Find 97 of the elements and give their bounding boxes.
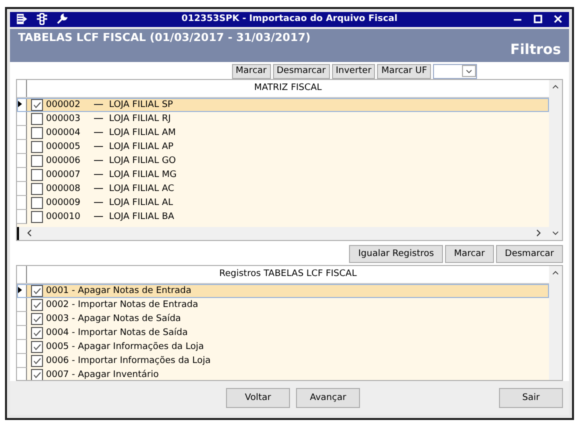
export-icon[interactable]: [16, 13, 28, 26]
dash-icon: [94, 216, 103, 218]
scroll-up-icon[interactable]: [551, 82, 560, 90]
scroll-up-icon[interactable]: [551, 268, 560, 276]
store-name: LOJA FILIAL AL: [109, 198, 173, 208]
dash-icon: [94, 174, 103, 176]
dash-icon: [94, 104, 103, 106]
record-label: 0007 - Apagar Inventário: [46, 370, 159, 380]
footer-button[interactable]: Voltar: [226, 388, 290, 408]
checkbox[interactable]: [31, 210, 43, 223]
row-pointer-icon: [17, 286, 22, 294]
store-row[interactable]: 000007 LOJA FILIAL MG: [17, 168, 549, 182]
vertical-scrollbar[interactable]: [549, 80, 562, 240]
store-row[interactable]: 000009 LOJA FILIAL AL: [17, 196, 549, 210]
store-code: 000008: [46, 184, 82, 194]
dash-icon: [94, 146, 103, 148]
checkbox[interactable]: [31, 112, 43, 125]
store-code: 000010: [46, 212, 82, 222]
store-name: LOJA FILIAL AP: [109, 142, 174, 152]
store-name: LOJA FILIAL BA: [109, 212, 174, 222]
dash-icon: [94, 188, 103, 190]
column-header: MATRIZ FISCAL: [253, 83, 323, 94]
record-label: 0005 - Apagar Informações da Loja: [46, 342, 204, 352]
record-label: 0004 - Importar Notas de Saída: [46, 328, 188, 338]
footer-button[interactable]: Sair: [499, 388, 563, 408]
store-row[interactable]: 000006 LOJA FILIAL GO: [17, 154, 549, 168]
checkbox[interactable]: [31, 182, 43, 195]
store-row[interactable]: 000008 LOJA FILIAL AC: [17, 182, 549, 196]
record-row[interactable]: 0001 - Apagar Notas de Entrada: [17, 284, 549, 298]
store-code: 000003: [46, 114, 82, 124]
record-label: 0006 - Importar Informações da Loja: [46, 356, 211, 366]
wrench-icon[interactable]: [56, 13, 68, 26]
traffic-light-icon[interactable]: [36, 13, 48, 26]
column-header: Registros TABELAS LCF FISCAL: [218, 269, 358, 280]
record-label: 0002 - Importar Notas de Entrada: [46, 300, 198, 310]
header-subtitle: Filtros: [510, 42, 561, 58]
record-row[interactable]: 0005 - Apagar Informações da Loja: [17, 340, 549, 354]
checkbox[interactable]: [31, 98, 43, 111]
store-row[interactable]: 000010 LOJA FILIAL BA: [17, 210, 549, 224]
store-code: 000005: [46, 142, 82, 152]
dash-icon: [94, 118, 103, 120]
store-row[interactable]: 000003 LOJA FILIAL RJ: [17, 112, 549, 126]
record-row[interactable]: 0003 - Apagar Notas de Saída: [17, 312, 549, 326]
store-code: 000006: [46, 156, 82, 166]
store-name: LOJA FILIAL RJ: [109, 114, 171, 124]
store-code: 000009: [46, 198, 82, 208]
record-row[interactable]: 0002 - Importar Notas de Entrada: [17, 298, 549, 312]
store-code: 000007: [46, 170, 82, 180]
checkbox[interactable]: [31, 196, 43, 209]
checkbox[interactable]: [31, 154, 43, 167]
window-title: 012353SPK - Importacao do Arquivo Fiscal: [182, 14, 398, 24]
checkbox[interactable]: [31, 312, 43, 325]
record-label: 0001 - Apagar Notas de Entrada: [46, 286, 192, 296]
store-name: LOJA FILIAL AM: [109, 128, 176, 138]
row-pointer-icon: [17, 100, 22, 108]
record-row[interactable]: 0006 - Importar Informações da Loja: [17, 354, 549, 368]
horizontal-scrollbar[interactable]: [17, 226, 549, 240]
store-name: LOJA FILIAL MG: [109, 170, 177, 180]
store-row[interactable]: 000005 LOJA FILIAL AP: [17, 140, 549, 154]
toolbar-button[interactable]: Igualar Registros: [349, 244, 443, 263]
caret-icon: [462, 65, 476, 78]
checkbox[interactable]: [31, 326, 43, 339]
toolbar-button[interactable]: Desmarcar: [496, 244, 563, 263]
record-row[interactable]: 0004 - Importar Notas de Saída: [17, 326, 549, 340]
store-code: 000004: [46, 128, 82, 138]
header-title: TABELAS LCF FISCAL (01/03/2017 - 31/03/2017): [18, 30, 312, 44]
store-name: LOJA FILIAL GO: [109, 156, 176, 166]
maximize-icon[interactable]: [533, 14, 543, 24]
checkbox[interactable]: [31, 140, 43, 153]
checkbox[interactable]: [31, 298, 43, 311]
toolbar-button[interactable]: Desmarcar: [272, 64, 330, 79]
vertical-scrollbar[interactable]: [549, 266, 562, 380]
store-row[interactable]: 000002 LOJA FILIAL SP: [17, 98, 549, 112]
toolbar-button[interactable]: Marcar: [232, 64, 271, 79]
footer-button[interactable]: Avançar: [296, 388, 360, 408]
store-code: 000002: [46, 100, 82, 110]
dash-icon: [94, 202, 103, 204]
checkbox[interactable]: [31, 284, 43, 297]
store-row[interactable]: 000004 LOJA FILIAL AM: [17, 126, 549, 140]
dash-icon: [94, 160, 103, 162]
toolbar-button[interactable]: Inverter: [332, 64, 376, 79]
record-row[interactable]: 0007 - Apagar Inventário: [17, 368, 549, 380]
checkbox[interactable]: [31, 168, 43, 181]
store-name: LOJA FILIAL AC: [109, 184, 174, 194]
store-name: LOJA FILIAL SP: [109, 100, 173, 110]
checkbox[interactable]: [31, 126, 43, 139]
record-label: 0003 - Apagar Notas de Saída: [46, 314, 181, 324]
checkbox[interactable]: [31, 368, 43, 380]
scroll-down-icon[interactable]: [551, 230, 560, 237]
scroll-right-icon[interactable]: [535, 228, 543, 238]
close-icon[interactable]: [553, 14, 563, 24]
toolbar-button[interactable]: Marcar UF: [377, 64, 431, 79]
scroll-left-icon[interactable]: [25, 228, 33, 238]
checkbox[interactable]: [31, 354, 43, 367]
toolbar-button[interactable]: Marcar: [444, 244, 494, 263]
dash-icon: [94, 132, 103, 134]
checkbox[interactable]: [31, 340, 43, 353]
